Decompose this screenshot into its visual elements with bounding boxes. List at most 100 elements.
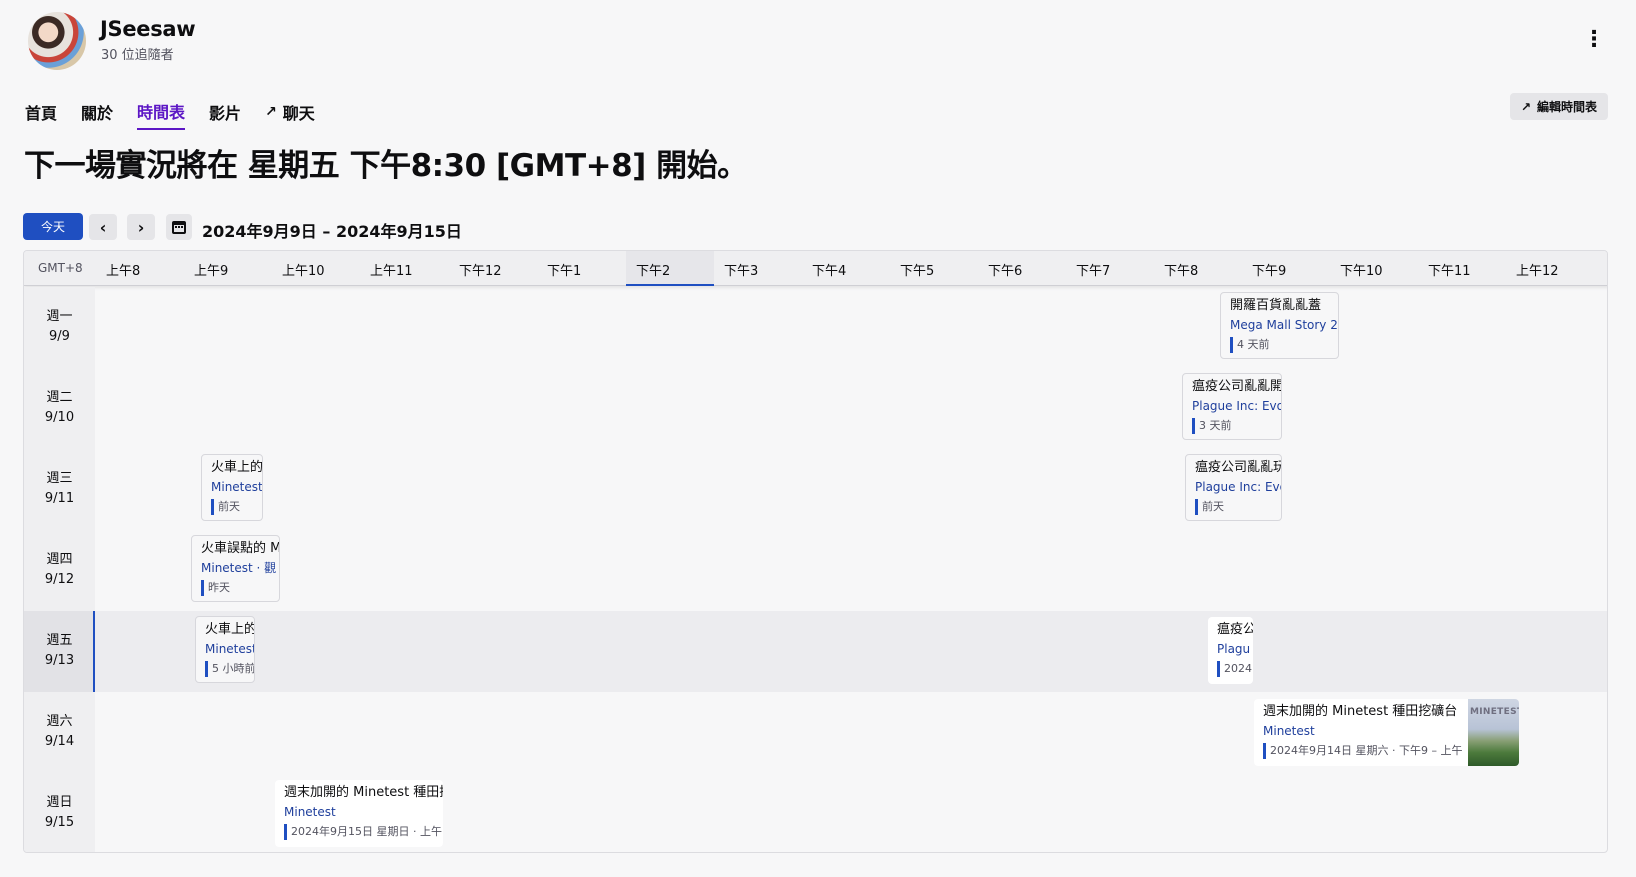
schedule-event[interactable]: 瘟疫公司亂亂玩 Plague Inc: Evo 前天 xyxy=(1185,454,1282,521)
event-game[interactable]: Plague Inc: Evo xyxy=(1195,477,1281,497)
event-game[interactable]: Minetest xyxy=(205,639,254,659)
tab-videos[interactable]: 影片 xyxy=(209,100,241,130)
schedule-event[interactable]: 週末加開的 Minetest 種田挖 Minetest 2024年9月15日 星… xyxy=(275,780,443,847)
chevron-right-icon[interactable]: › xyxy=(127,214,155,240)
channel-avatar[interactable] xyxy=(28,12,86,70)
event-title: 火車上的 xyxy=(205,622,255,637)
schedule-event[interactable]: 開羅百貨亂亂蓋 Mega Mall Story 2 4 天前 xyxy=(1220,292,1339,359)
hour-label: 上午8 xyxy=(106,264,141,279)
time-header: GMT+8 上午8 上午9 上午10 上午11 下午12 下午1 下午2 下午3… xyxy=(24,251,1607,286)
event-time: 2024 xyxy=(1217,661,1253,677)
schedule-event[interactable]: 火車誤點的 M Minetest · 觀 昨天 xyxy=(191,535,280,602)
day-label: 週三 9/11 xyxy=(24,449,95,530)
timezone-label: GMT+8 xyxy=(38,261,83,275)
day-date: 9/13 xyxy=(44,653,75,668)
day-row-saturday: 週六 9/14 週末加開的 Minetest 種田挖礦台 Minetest 20… xyxy=(24,692,1607,773)
follower-count: 30 位追隨者 xyxy=(101,48,174,63)
event-title: 火車上的 xyxy=(211,460,263,475)
event-title: 瘟疫公司亂亂玩 xyxy=(1195,460,1282,475)
tab-schedule[interactable]: 時間表 xyxy=(137,100,186,130)
edit-schedule-button[interactable]: ↗ 編輯時間表 xyxy=(1510,93,1608,120)
schedule-calendar: GMT+8 上午8 上午9 上午10 上午11 下午12 下午1 下午2 下午3… xyxy=(23,250,1608,853)
hour-label: 上午10 xyxy=(282,264,325,279)
hour-label: 下午5 xyxy=(900,264,935,279)
edit-schedule-label: 編輯時間表 xyxy=(1537,100,1598,114)
event-game[interactable]: Minetest xyxy=(1263,721,1467,741)
day-label: 週日 9/15 xyxy=(24,773,95,852)
schedule-event[interactable]: 週末加開的 Minetest 種田挖礦台 Minetest 2024年9月14日… xyxy=(1254,699,1519,766)
day-name: 週日 xyxy=(46,795,73,810)
day-name: 週五 xyxy=(46,633,73,648)
schedule-event[interactable]: 瘟疫公司亂亂開 Plague Inc: Evol 3 天前 xyxy=(1182,373,1282,440)
hour-label: 上午9 xyxy=(194,264,229,279)
day-label: 週六 9/14 xyxy=(24,692,95,773)
day-row-tuesday: 週二 9/10 瘟疫公司亂亂開 Plague Inc: Evol 3 天前 xyxy=(24,368,1607,449)
schedule-event[interactable]: 瘟疫公 Plagu 2024 xyxy=(1208,617,1253,684)
schedule-event[interactable]: 火車上的 Minetest 前天 xyxy=(201,454,263,521)
event-title: 瘟疫公司亂亂開 xyxy=(1192,379,1282,394)
event-game[interactable]: Plague Inc: Evol xyxy=(1192,396,1281,416)
tab-home[interactable]: 首頁 xyxy=(25,100,57,130)
hour-label: 上午12 xyxy=(1516,264,1559,279)
hour-label: 下午11 xyxy=(1428,264,1471,279)
day-name: 週四 xyxy=(46,552,73,567)
day-row-sunday: 週日 9/15 週末加開的 Minetest 種田挖 Minetest 2024… xyxy=(24,773,1607,852)
hour-label: 下午6 xyxy=(988,264,1023,279)
tab-schedule-label: 時間表 xyxy=(137,103,186,122)
day-date: 9/14 xyxy=(44,734,75,749)
external-arrow-icon: ↗ xyxy=(1520,99,1532,114)
next-stream-headline: 下一場實況將在 星期五 下午8:30 [GMT+8] 開始。 xyxy=(24,148,748,184)
day-label: 週五 9/13 xyxy=(24,611,95,692)
day-row-wednesday: 週三 9/11 火車上的 Minetest 前天 瘟疫公司亂亂玩 Plague … xyxy=(24,449,1607,530)
day-name: 週一 xyxy=(46,309,73,324)
day-row-monday: 週一 9/9 開羅百貨亂亂蓋 Mega Mall Story 2 4 天前 xyxy=(24,287,1607,368)
event-game[interactable]: Plagu xyxy=(1217,639,1253,659)
event-thumbnail[interactable]: MINETEST xyxy=(1468,699,1519,766)
day-label: 週四 9/12 xyxy=(24,530,95,611)
event-game[interactable]: Mega Mall Story 2 xyxy=(1230,315,1338,335)
event-game[interactable]: Minetest xyxy=(284,802,443,822)
today-button[interactable]: 今天 xyxy=(23,213,83,240)
event-title: 瘟疫公 xyxy=(1217,622,1253,637)
day-date: 9/15 xyxy=(44,815,75,830)
day-date: 9/12 xyxy=(44,572,75,587)
event-title: 週末加開的 Minetest 種田挖 xyxy=(284,785,443,800)
hour-label: 下午9 xyxy=(1252,264,1287,279)
channel-tabs: 首頁 關於 時間表 影片 ↗ 聊天 xyxy=(25,100,339,130)
hour-label: 下午7 xyxy=(1076,264,1111,279)
day-row-friday: 週五 9/13 火車上的 Minetest 5 小時前 瘟疫公 Plagu 20… xyxy=(24,611,1607,692)
hour-label: 下午3 xyxy=(724,264,759,279)
hour-label: 下午10 xyxy=(1340,264,1383,279)
event-time: 前天 xyxy=(1195,499,1281,515)
calendar-icon xyxy=(172,220,186,234)
day-date: 9/11 xyxy=(44,491,75,506)
hour-label: 下午4 xyxy=(812,264,847,279)
more-options-icon[interactable]: ⋮ xyxy=(1582,28,1606,52)
event-time: 2024年9月15日 星期日 · 上午 xyxy=(284,824,443,840)
event-time: 4 天前 xyxy=(1230,337,1338,353)
event-game[interactable]: Minetest xyxy=(211,477,262,497)
tab-chat[interactable]: ↗ 聊天 xyxy=(265,100,315,130)
event-game[interactable]: Minetest · 觀 xyxy=(201,558,279,578)
event-time: 昨天 xyxy=(201,580,279,596)
hour-label: 下午8 xyxy=(1164,264,1199,279)
day-label: 週一 9/9 xyxy=(24,287,95,368)
day-row-thursday: 週四 9/12 火車誤點的 M Minetest · 觀 昨天 xyxy=(24,530,1607,611)
date-range: 2024年9月9日 – 2024年9月15日 xyxy=(202,222,462,241)
calendar-picker-button[interactable] xyxy=(166,214,192,240)
tab-about[interactable]: 關於 xyxy=(81,100,113,130)
thumbnail-logo: MINETEST xyxy=(1470,707,1519,717)
tab-home-label: 首頁 xyxy=(25,104,58,123)
day-date: 9/9 xyxy=(49,329,70,344)
chevron-left-icon[interactable]: ‹ xyxy=(89,214,117,240)
day-name: 週二 xyxy=(46,390,73,405)
day-date: 9/10 xyxy=(44,410,75,425)
tab-videos-label: 影片 xyxy=(209,104,242,123)
external-arrow-icon: ↗ xyxy=(265,104,277,120)
schedule-event[interactable]: 火車上的 Minetest 5 小時前 xyxy=(195,616,255,683)
channel-name[interactable]: JSeesaw xyxy=(100,17,196,41)
event-time: 5 小時前 xyxy=(205,661,254,677)
tab-about-label: 關於 xyxy=(81,104,114,123)
day-label: 週二 9/10 xyxy=(24,368,95,449)
day-name: 週三 xyxy=(46,471,73,486)
